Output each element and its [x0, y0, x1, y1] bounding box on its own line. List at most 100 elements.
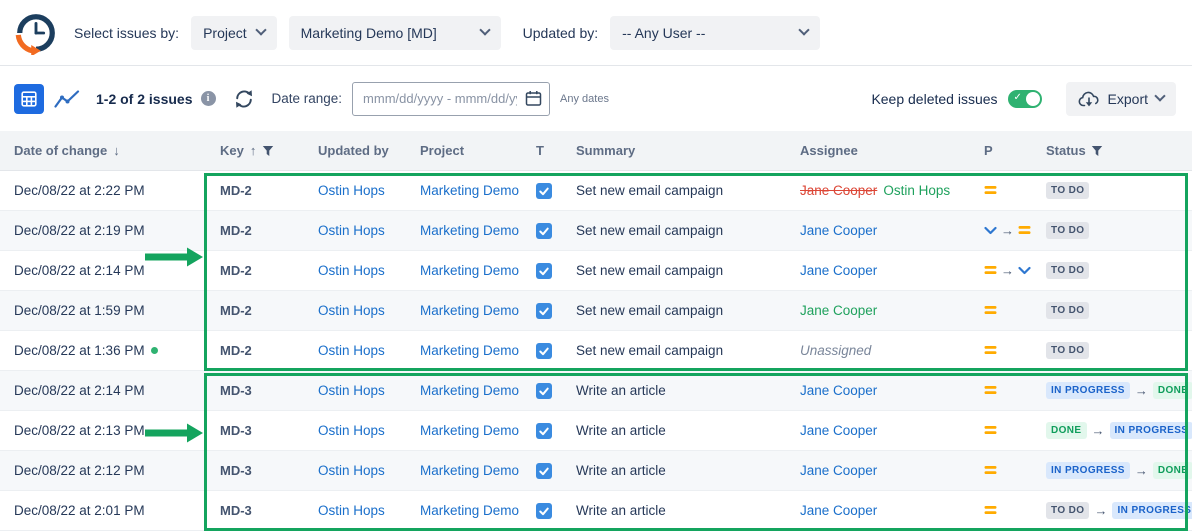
column-header-date-of-change[interactable]: Date of change ↓: [0, 143, 206, 158]
chevron-down-icon: [479, 24, 490, 35]
date-of-change-text: Dec/08/22 at 2:12 PM: [14, 463, 145, 478]
updated-by-link[interactable]: Ostin Hops: [318, 303, 385, 318]
table-row: Dec/08/22 at 2:14 PMMD-3Ostin HopsMarket…: [0, 371, 1192, 411]
table-row: Dec/08/22 at 1:36 PM MD-2 Ostin Hops Market…: [0, 331, 1192, 371]
date-of-change-cell: Dec/08/22 at 2:12 PM: [0, 463, 206, 478]
status-badge: IN PROGRESS: [1046, 382, 1130, 399]
date-range-field: [352, 82, 550, 116]
date-of-change-cell: Dec/08/22 at 2:14 PM: [0, 263, 206, 278]
updated-by-link[interactable]: Ostin Hops: [318, 503, 385, 518]
column-header-updated-by[interactable]: Updated by: [304, 143, 406, 158]
status-badge: TO DO: [1046, 502, 1089, 519]
updated-by-link[interactable]: Ostin Hops: [318, 183, 385, 198]
column-header-summary[interactable]: Summary: [562, 143, 786, 158]
column-label: Updated by: [318, 143, 389, 158]
updated-by-cell: Ostin Hops: [304, 463, 406, 478]
sort-desc-icon[interactable]: ↓: [113, 143, 120, 158]
assignee-link[interactable]: Jane Cooper: [800, 223, 877, 238]
filter-funnel-icon[interactable]: [262, 145, 274, 157]
summary-cell: Set new email campaign: [562, 343, 786, 358]
table-body: Dec/08/22 at 2:22 PM MD-2 Ostin Hops Market…: [0, 171, 1192, 531]
refresh-icon[interactable]: [234, 89, 254, 109]
project-link[interactable]: Marketing Demo: [420, 383, 519, 398]
column-header-project[interactable]: Project: [406, 143, 532, 158]
column-header-priority[interactable]: P: [976, 143, 1032, 158]
column-header-status[interactable]: Status: [1032, 143, 1192, 158]
assignee-link[interactable]: Jane Cooper: [800, 463, 877, 478]
column-label: Key: [220, 143, 244, 158]
date-of-change-text: Dec/08/22 at 2:22 PM: [14, 183, 145, 198]
assignee-new-value: Jane Cooper: [800, 303, 877, 318]
top-toolbar: Select issues by: Project Marketing Demo…: [0, 0, 1192, 66]
date-of-change-cell: Dec/08/22 at 2:19 PM: [0, 223, 206, 238]
assignee-link[interactable]: Jane Cooper: [800, 423, 877, 438]
updated-by-link[interactable]: Ostin Hops: [318, 263, 385, 278]
issue-key: MD-2: [206, 343, 304, 358]
project-link[interactable]: Marketing Demo: [420, 423, 519, 438]
date-range-input[interactable]: [352, 82, 550, 116]
date-of-change-text: Dec/08/22 at 2:14 PM: [14, 383, 145, 398]
project-link[interactable]: Marketing Demo: [420, 503, 519, 518]
column-header-key[interactable]: Key ↑: [206, 143, 304, 158]
updated-by-link[interactable]: Ostin Hops: [318, 463, 385, 478]
task-checkbox-icon: [536, 423, 552, 439]
issue-key: MD-2: [206, 183, 304, 198]
project-cell: Marketing Demo: [406, 503, 532, 518]
project-link[interactable]: Marketing Demo: [420, 303, 519, 318]
assignee-cell: Jane Cooper: [786, 223, 976, 238]
assignee-link[interactable]: Jane Cooper: [800, 383, 877, 398]
issue-key: MD-2: [206, 263, 304, 278]
right-arrow-icon: →: [1135, 383, 1148, 398]
column-label: P: [984, 143, 993, 158]
summary-cell: Write an article: [562, 423, 786, 438]
info-circle-icon[interactable]: i: [201, 91, 216, 106]
status-cell: TO DO: [1032, 262, 1192, 279]
project-link[interactable]: Marketing Demo: [420, 183, 519, 198]
column-header-type[interactable]: T: [532, 143, 562, 158]
select-by-dropdown[interactable]: Project: [191, 16, 277, 50]
project-link[interactable]: Marketing Demo: [420, 263, 519, 278]
project-dropdown[interactable]: Marketing Demo [MD]: [289, 16, 501, 50]
filter-funnel-icon[interactable]: [1091, 145, 1103, 157]
updated-by-link[interactable]: Ostin Hops: [318, 383, 385, 398]
assignee-link[interactable]: Jane Cooper: [800, 503, 877, 518]
status-badge: IN PROGRESS: [1046, 462, 1130, 479]
select-issues-by-label: Select issues by:: [74, 25, 179, 41]
chart-view-button[interactable]: [54, 89, 80, 109]
updated-by-user-dropdown[interactable]: -- Any User --: [610, 16, 820, 50]
project-link[interactable]: Marketing Demo: [420, 463, 519, 478]
assignee-cell: Jane Cooper: [786, 303, 976, 318]
updated-by-link[interactable]: Ostin Hops: [318, 343, 385, 358]
calendar-icon[interactable]: [525, 90, 542, 107]
column-header-assignee[interactable]: Assignee: [786, 143, 976, 158]
date-of-change-text: Dec/08/22 at 1:36 PM: [14, 343, 145, 358]
summary-cell: Set new email campaign: [562, 263, 786, 278]
chevron-down-icon: [798, 24, 809, 35]
status-badge: TO DO: [1046, 182, 1089, 199]
sort-asc-icon[interactable]: ↑: [250, 143, 257, 158]
date-of-change-cell: Dec/08/22 at 2:22 PM: [0, 183, 206, 198]
table-view-button[interactable]: [14, 84, 44, 114]
assignee-link[interactable]: Jane Cooper: [800, 263, 877, 278]
status-badge: DONE: [1046, 422, 1087, 439]
issue-history-table: Date of change ↓ Key ↑ Updated by Projec…: [0, 131, 1192, 531]
date-range-label: Date range:: [272, 91, 343, 106]
status-cell: TO DO: [1032, 302, 1192, 319]
export-button[interactable]: Export: [1066, 82, 1176, 116]
project-cell: Marketing Demo: [406, 303, 532, 318]
summary-cell: Set new email campaign: [562, 223, 786, 238]
updated-by-link[interactable]: Ostin Hops: [318, 223, 385, 238]
project-link[interactable]: Marketing Demo: [420, 223, 519, 238]
toolbar-right-group: Keep deleted issues Export: [871, 82, 1178, 116]
table-row: Dec/08/22 at 2:14 PMMD-2 Ostin Hops Market…: [0, 251, 1192, 291]
type-cell: [532, 303, 562, 319]
status-badge: DONE: [1153, 462, 1192, 479]
priority-medium-icon: [984, 505, 997, 516]
type-cell: [532, 343, 562, 359]
project-link[interactable]: Marketing Demo: [420, 343, 519, 358]
updated-by-link[interactable]: Ostin Hops: [318, 423, 385, 438]
right-arrow-icon: →: [1001, 223, 1014, 238]
keep-deleted-issues-label: Keep deleted issues: [871, 91, 997, 107]
status-badge: TO DO: [1046, 262, 1089, 279]
keep-deleted-toggle[interactable]: [1008, 90, 1042, 108]
